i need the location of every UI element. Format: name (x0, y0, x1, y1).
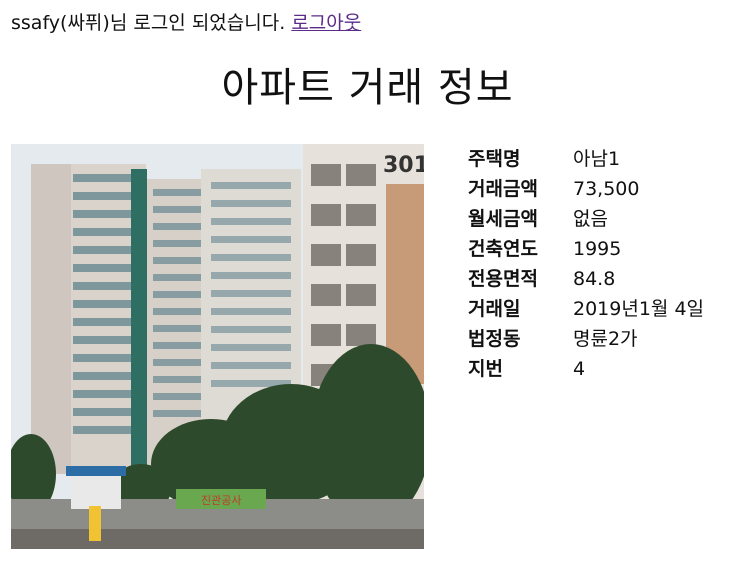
detail-label: 지번 (468, 358, 503, 380)
detail-value: 73,500 (573, 178, 640, 200)
detail-row: 건축연도 1995 (468, 234, 704, 264)
detail-row: 전용면적 84.8 (468, 264, 704, 294)
detail-row: 법정동 명륜2가 (468, 324, 704, 354)
detail-value: 없음 (573, 208, 608, 230)
detail-value: 1995 (573, 238, 622, 260)
detail-row: 거래금액 73,500 (468, 174, 704, 204)
detail-row: 거래일 2019년1월 4일 (468, 294, 704, 324)
trade-details-table: 주택명 아남1 거래금액 73,500 월세금액 없음 건축연도 1995 전용… (468, 144, 704, 384)
detail-value: 84.8 (573, 268, 616, 290)
detail-label: 거래금액 (468, 178, 538, 200)
building-number: 301 (383, 153, 424, 178)
logout-link[interactable]: 로그아웃 (291, 12, 361, 34)
detail-row: 지번 4 (468, 354, 704, 384)
detail-label: 건축연도 (468, 238, 538, 260)
login-message: ssafy(싸퓌)님 로그인 되었습니다. (11, 12, 286, 34)
banner-text: 진관공사 (201, 494, 241, 507)
detail-value: 명륜2가 (573, 328, 638, 350)
detail-label: 월세금액 (468, 208, 538, 230)
detail-label: 법정동 (468, 328, 521, 350)
detail-value: 4 (573, 358, 586, 380)
detail-label: 주택명 (468, 148, 521, 170)
detail-row: 월세금액 없음 (468, 204, 704, 234)
detail-value: 아남1 (573, 148, 621, 170)
detail-row: 주택명 아남1 (468, 144, 704, 174)
page-title: 아파트 거래 정보 (221, 65, 514, 111)
detail-label: 거래일 (468, 298, 521, 320)
apartment-photo: 301 진관공사 (11, 144, 424, 549)
detail-label: 전용면적 (468, 268, 538, 290)
login-status-bar: ssafy(싸퓌)님 로그인 되었습니다. 로그아웃 (11, 10, 361, 36)
detail-value: 2019년1월 4일 (573, 298, 705, 320)
